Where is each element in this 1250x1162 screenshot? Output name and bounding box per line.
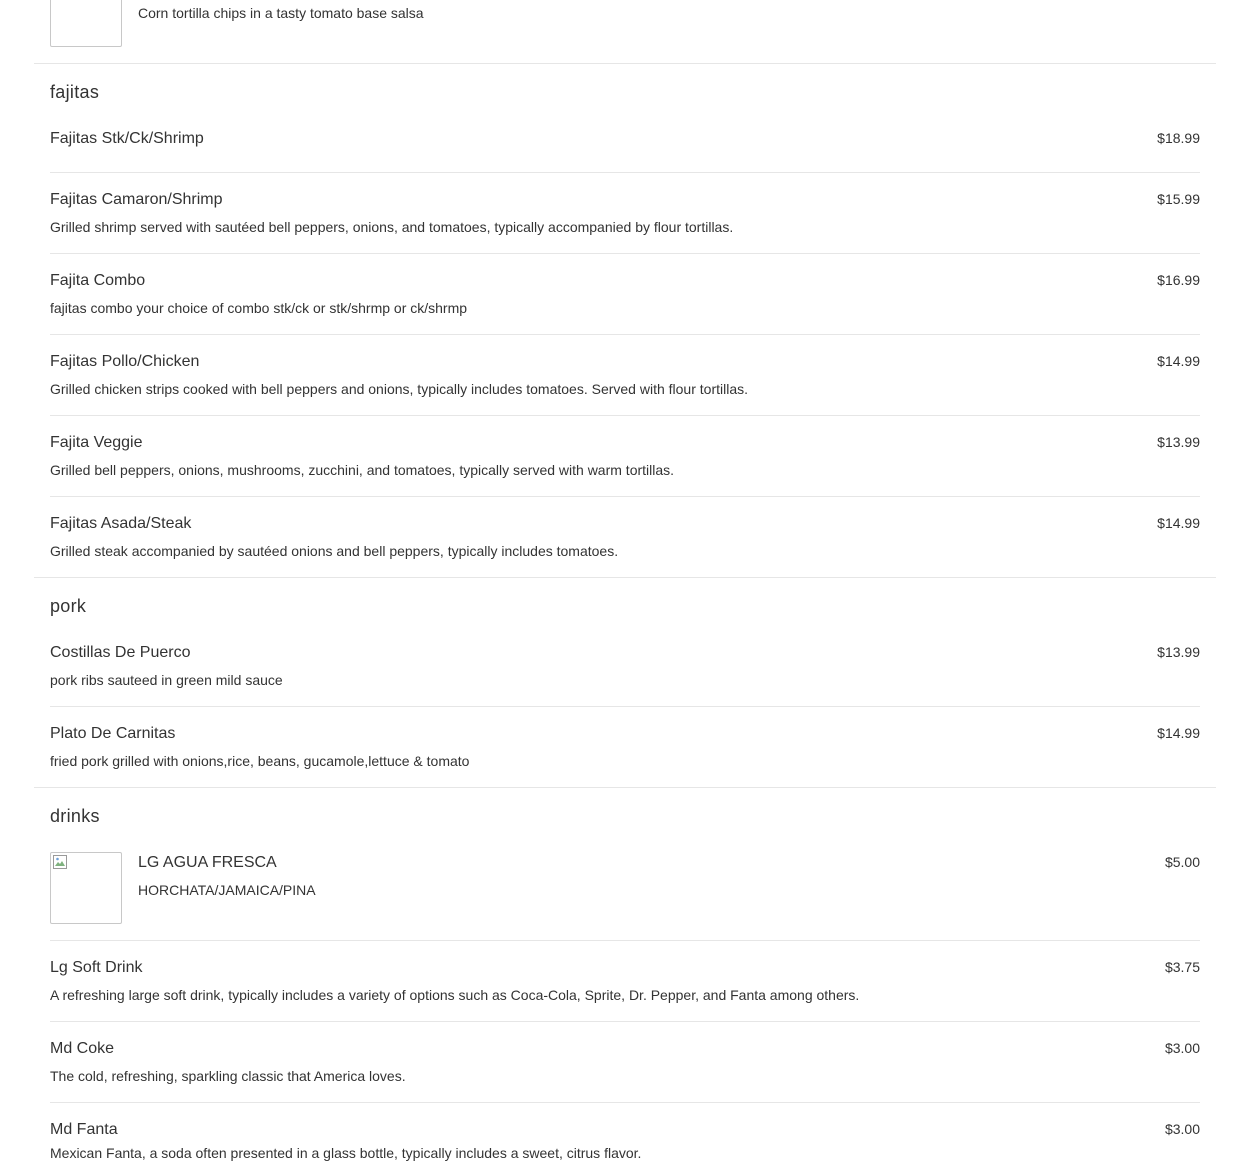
item-name-costillas-de-puerco[interactable]: Costillas De Puerco [50,643,191,663]
item-divider [50,172,1200,173]
item-description: pork ribs sauteed in green mild sauce [50,672,283,688]
salsa-item-image[interactable] [50,0,122,47]
item-description: HORCHATA/JAMAICA/PINA [138,882,316,898]
item-name-fajitas-stk-ck-shrimp[interactable]: Fajitas Stk/Ck/Shrimp [50,129,204,149]
item-price: $15.99 [1157,191,1200,207]
section-title-drinks: drinks [50,806,100,826]
item-price: $5.00 [1164,854,1200,870]
item-name-fajitas-asada-steak[interactable]: Fajitas Asada/Steak [50,514,191,534]
item-divider [50,706,1200,707]
item-name-md-coke[interactable]: Md Coke [50,1039,114,1059]
salsa-item-description: Corn tortilla chips in a tasty tomato ba… [138,5,424,21]
section-title-pork: pork [50,596,87,616]
item-price: $13.99 [1157,434,1200,450]
item-divider [50,940,1200,941]
section-divider [34,577,1216,578]
item-price: $14.99 [1157,353,1200,369]
item-name-fajitas-pollo-chicken[interactable]: Fajitas Pollo/Chicken [50,352,199,372]
item-price: $16.99 [1157,272,1200,288]
item-divider [50,253,1200,254]
item-description: A refreshing large soft drink, typically… [50,987,860,1003]
item-description: Grilled bell peppers, onions, mushrooms,… [50,462,675,478]
item-divider [50,1021,1200,1022]
restaurant-menu: Corn tortilla chips in a tasty tomato ba… [0,0,1250,1161]
item-price: $3.00 [1164,1040,1200,1056]
item-price: $13.99 [1157,644,1200,660]
item-description: The cold, refreshing, sparkling classic … [50,1068,406,1084]
item-name-lg-soft-drink[interactable]: Lg Soft Drink [50,958,142,978]
item-name-fajitas-camaron-shrimp[interactable]: Fajitas Camaron/Shrimp [50,190,223,210]
item-price: $14.99 [1157,515,1200,531]
item-name-md-fanta[interactable]: Md Fanta [50,1120,118,1140]
item-description: Grilled chicken strips cooked with bell … [50,381,749,397]
section-divider [34,787,1216,788]
item-divider [50,415,1200,416]
item-price: $14.99 [1157,725,1200,741]
item-divider [50,334,1200,335]
item-name-fajita-veggie[interactable]: Fajita Veggie [50,433,143,453]
item-description: Grilled steak accompanied by sautéed oni… [50,543,619,559]
item-description: Grilled shrimp served with sautéed bell … [50,219,734,235]
item-description: Mexican Fanta, a soda often presented in… [50,1145,642,1161]
item-name-fajita-combo[interactable]: Fajita Combo [50,271,145,291]
item-divider [50,496,1200,497]
item-description: fajitas combo your choice of combo stk/c… [50,300,468,316]
item-divider [50,1102,1200,1103]
agua-fresca-item-image[interactable] [50,852,122,924]
section-divider [34,63,1216,64]
broken-image-icon [53,855,67,869]
item-price: $18.99 [1157,130,1200,146]
section-title-fajitas: fajitas [50,82,100,102]
item-price: $3.75 [1164,959,1200,975]
item-price: $3.00 [1164,1121,1200,1137]
item-name-lg-agua-fresca[interactable]: LG AGUA FRESCA [138,853,277,873]
item-description: fried pork grilled with onions,rice, bea… [50,753,470,769]
item-name-plato-de-carnitas[interactable]: Plato De Carnitas [50,724,175,744]
